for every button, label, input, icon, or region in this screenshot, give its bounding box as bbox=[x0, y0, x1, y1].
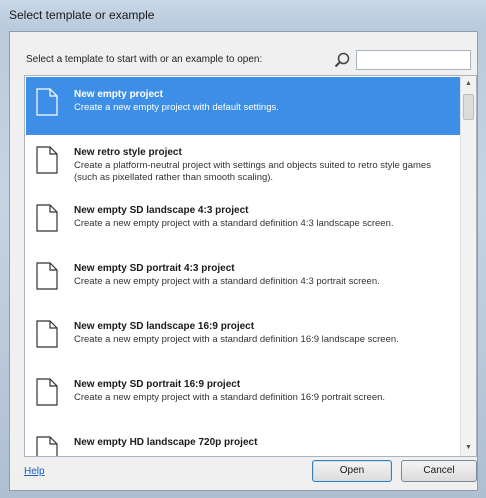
list-item[interactable]: New empty project Create a new empty pro… bbox=[26, 77, 460, 135]
item-description: Create a new empty project with a standa… bbox=[74, 276, 380, 287]
help-link[interactable]: Help bbox=[24, 466, 45, 477]
item-title: New empty project bbox=[74, 89, 163, 100]
list-item[interactable]: New empty SD portrait 4:3 project Create… bbox=[26, 251, 460, 309]
title-bar: Select template or example bbox=[0, 0, 486, 30]
vertical-scrollbar[interactable]: ▲ ▼ bbox=[460, 76, 476, 456]
document-icon bbox=[36, 320, 58, 348]
search-input[interactable] bbox=[356, 50, 471, 70]
search-icon[interactable] bbox=[332, 50, 352, 70]
document-icon bbox=[36, 146, 58, 174]
scroll-down-arrow-icon[interactable]: ▼ bbox=[461, 440, 476, 456]
item-title: New empty HD landscape 720p project bbox=[74, 437, 258, 448]
list-item[interactable]: New empty SD landscape 4:3 project Creat… bbox=[26, 193, 460, 251]
instruction-text: Select a template to start with or an ex… bbox=[26, 54, 263, 65]
item-description: Create a new empty project with default … bbox=[74, 102, 279, 113]
document-icon bbox=[36, 88, 58, 116]
scroll-up-arrow-icon[interactable]: ▲ bbox=[461, 76, 476, 92]
dialog-body: Select a template to start with or an ex… bbox=[9, 31, 478, 491]
cancel-button[interactable]: Cancel bbox=[401, 460, 477, 482]
document-icon bbox=[36, 204, 58, 232]
list-item[interactable]: New empty SD portrait 16:9 project Creat… bbox=[26, 367, 460, 425]
item-title: New empty SD landscape 16:9 project bbox=[74, 321, 255, 332]
item-title: New empty SD portrait 4:3 project bbox=[74, 263, 235, 274]
window-title: Select template or example bbox=[9, 8, 155, 22]
list-item[interactable]: New empty SD landscape 16:9 project Crea… bbox=[26, 309, 460, 367]
scroll-thumb[interactable] bbox=[463, 94, 474, 120]
document-icon bbox=[36, 262, 58, 290]
list-item[interactable]: New retro style project Create a platfor… bbox=[26, 135, 460, 193]
list-item[interactable]: New empty HD landscape 720p project bbox=[26, 425, 460, 456]
item-description: Create a platform-neutral project with s… bbox=[74, 160, 431, 183]
document-icon bbox=[36, 436, 58, 456]
template-list[interactable]: New empty project Create a new empty pro… bbox=[24, 75, 477, 457]
item-description: Create a new empty project with a standa… bbox=[74, 334, 399, 345]
item-description: Create a new empty project with a standa… bbox=[74, 218, 394, 229]
item-title: New empty SD portrait 16:9 project bbox=[74, 379, 241, 390]
open-button[interactable]: Open bbox=[312, 460, 392, 482]
item-title: New retro style project bbox=[74, 147, 182, 158]
item-title: New empty SD landscape 4:3 project bbox=[74, 205, 249, 216]
document-icon bbox=[36, 378, 58, 406]
item-description: Create a new empty project with a standa… bbox=[74, 392, 386, 403]
